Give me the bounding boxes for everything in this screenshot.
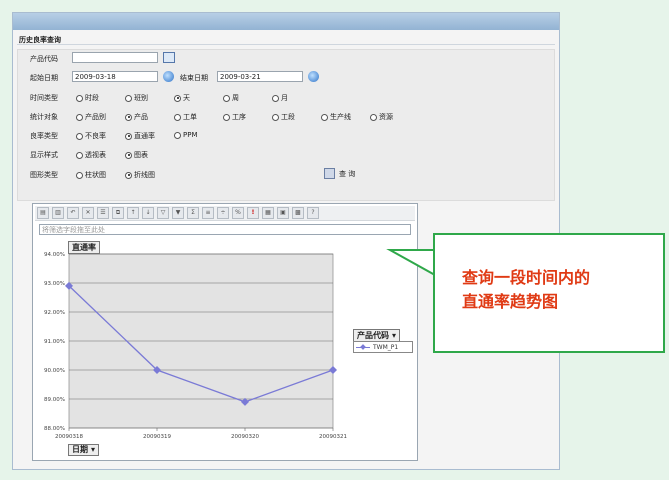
callout-text: 查询一段时间内的 直通率趋势图	[462, 266, 652, 314]
callout-line-2: 直通率趋势图	[462, 292, 559, 311]
callout-line-1: 查询一段时间内的	[462, 268, 591, 287]
